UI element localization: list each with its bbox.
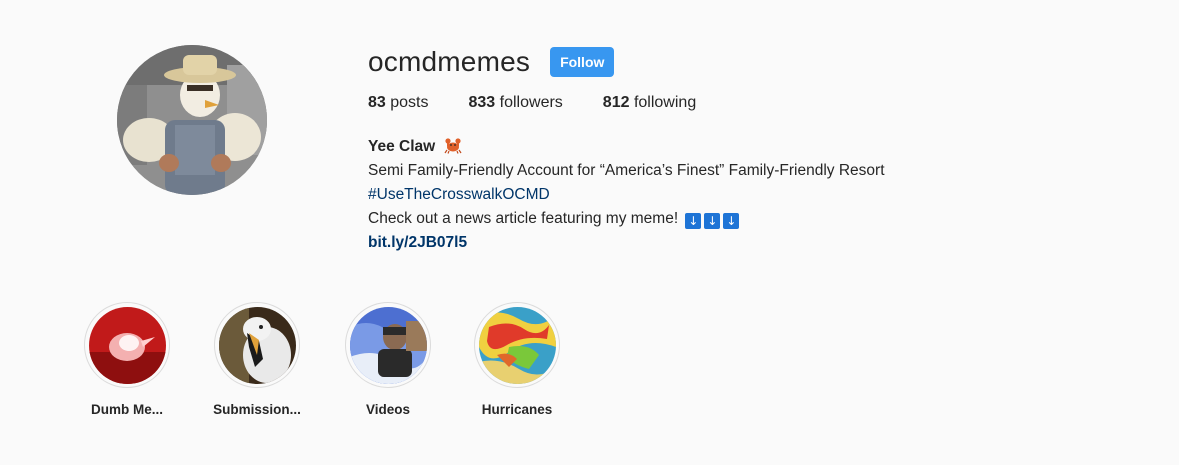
bio-external-link[interactable]: bit.ly/2JB07l5 <box>368 234 467 251</box>
highlight-label: Videos <box>365 402 411 417</box>
followers-stat[interactable]: 833 followers <box>469 94 563 112</box>
highlight-hurricanes[interactable]: Hurricanes <box>452 302 582 417</box>
highlight-cover <box>88 306 166 384</box>
crab-icon <box>444 138 462 154</box>
posts-stat: 83 posts <box>368 94 429 112</box>
profile-avatar[interactable] <box>117 45 267 195</box>
bio-hashtag-link[interactable]: #UseTheCrosswalkOCMD <box>368 186 550 203</box>
highlight-cover-image <box>349 306 427 384</box>
highlight-cover-image <box>478 306 556 384</box>
username: ocmdmemes <box>368 46 531 77</box>
profile-header: ocmdmemes Follow <box>368 44 615 80</box>
profile-stats: 83 posts 833 followers 812 following <box>368 94 736 112</box>
bio-description: Semi Family-Friendly Account for “Americ… <box>368 162 885 179</box>
highlight-dumb-memes[interactable]: Dumb Me... <box>62 302 192 417</box>
highlight-submissions[interactable]: Submission... <box>192 302 322 417</box>
avatar-image <box>117 45 267 195</box>
highlight-cover <box>218 306 296 384</box>
followers-count: 833 <box>468 94 496 111</box>
posts-count: 83 <box>368 94 386 111</box>
highlight-ring <box>345 302 431 388</box>
follow-button[interactable]: Follow <box>550 47 615 77</box>
highlight-cover-image <box>88 306 166 384</box>
highlight-cover-image <box>218 306 296 384</box>
bio-news-text: Check out a news article featuring my me… <box>368 210 679 227</box>
bio-news-line: Check out a news article featuring my me… <box>368 207 885 231</box>
bio-name-line: Yee Claw <box>368 135 885 159</box>
highlight-videos[interactable]: Videos <box>323 302 453 417</box>
highlight-ring <box>474 302 560 388</box>
profile-display-name: Yee Claw <box>368 138 436 155</box>
highlight-label: Submission... <box>213 402 301 417</box>
highlight-cover <box>478 306 556 384</box>
profile-page: ocmdmemes Follow 83 posts 833 followers … <box>0 0 1179 465</box>
followers-label: followers <box>499 94 563 111</box>
posts-label: posts <box>390 94 429 111</box>
profile-bio: Yee Claw Semi Family-Friendly Account fo… <box>368 135 885 255</box>
following-label: following <box>633 94 697 111</box>
down-arrow-icon: ↓ <box>723 213 740 229</box>
highlight-ring <box>84 302 170 388</box>
down-arrow-icon: ↓ <box>704 213 721 229</box>
down-arrow-icon: ↓ <box>685 213 702 229</box>
highlight-label: Hurricanes <box>481 402 553 417</box>
following-count: 812 <box>602 94 630 111</box>
highlight-ring <box>214 302 300 388</box>
highlight-label: Dumb Me... <box>90 402 163 417</box>
following-stat[interactable]: 812 following <box>603 94 696 112</box>
highlight-cover <box>349 306 427 384</box>
